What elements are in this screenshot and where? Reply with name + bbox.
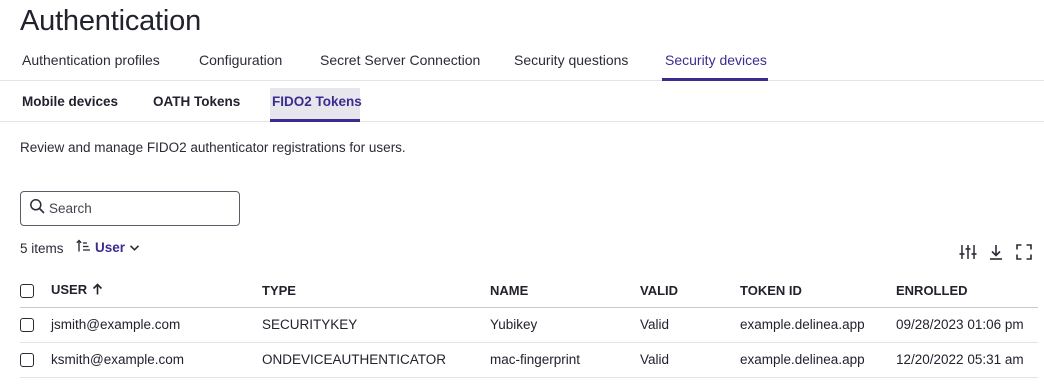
page-description: Review and manage FIDO2 authenticator re… bbox=[20, 140, 406, 155]
column-header-name[interactable]: NAME bbox=[490, 274, 640, 308]
tab-security-questions[interactable]: Security questions bbox=[514, 52, 628, 68]
cell-token-id: example.delinea.app bbox=[740, 342, 896, 378]
cell-enrolled: 12/20/2022 05:31 am bbox=[896, 342, 1038, 378]
active-subtab-indicator bbox=[270, 119, 360, 122]
select-all-checkbox[interactable] bbox=[20, 284, 34, 299]
cell-name: mac-fingerprint bbox=[490, 342, 640, 378]
table-row[interactable]: ksmith@example.com ONDEVICEAUTHENTICATOR… bbox=[20, 342, 1038, 378]
fullscreen-icon[interactable] bbox=[1015, 243, 1033, 261]
row-checkbox[interactable] bbox=[20, 353, 34, 368]
chevron-down-icon bbox=[129, 240, 144, 255]
tab-secret-server-connection[interactable]: Secret Server Connection bbox=[320, 52, 480, 68]
cell-token-id: example.delinea.app bbox=[740, 307, 896, 343]
cell-user: jsmith@example.com bbox=[51, 307, 262, 343]
fido2-tokens-table: USER TYPE NAME VALID TOKEN ID ENROLLED j… bbox=[20, 274, 1038, 378]
row-checkbox[interactable] bbox=[20, 318, 34, 333]
subtab-mobile-devices[interactable]: Mobile devices bbox=[22, 94, 118, 109]
download-icon[interactable] bbox=[987, 243, 1005, 261]
cell-valid: Valid bbox=[640, 342, 740, 378]
item-count: 5 items bbox=[20, 241, 64, 256]
page-title: Authentication bbox=[20, 5, 201, 37]
column-header-valid[interactable]: VALID bbox=[640, 274, 740, 308]
search-icon bbox=[29, 198, 49, 219]
column-header-token-id[interactable]: TOKEN ID bbox=[740, 274, 896, 308]
tab-configuration[interactable]: Configuration bbox=[199, 52, 282, 68]
column-header-type[interactable]: TYPE bbox=[262, 274, 490, 308]
table-row[interactable]: jsmith@example.com SECURITYKEY Yubikey V… bbox=[20, 307, 1038, 343]
filter-sliders-icon[interactable] bbox=[959, 243, 977, 261]
table-header-row: USER TYPE NAME VALID TOKEN ID ENROLLED bbox=[20, 274, 1038, 308]
cell-enrolled: 09/28/2023 01:06 pm bbox=[896, 307, 1038, 343]
primary-tabs: Authentication profiles Configuration Se… bbox=[0, 44, 1044, 81]
search-field[interactable] bbox=[20, 191, 240, 226]
tab-security-devices[interactable]: Security devices bbox=[665, 52, 767, 68]
sort-label: User bbox=[95, 240, 126, 255]
subtab-fido2-tokens[interactable]: FIDO2 Tokens bbox=[272, 94, 362, 109]
active-tab-indicator bbox=[662, 78, 768, 81]
sort-dropdown[interactable]: User bbox=[76, 239, 144, 256]
cell-type: ONDEVICEAUTHENTICATOR bbox=[262, 342, 490, 378]
cell-user: ksmith@example.com bbox=[51, 342, 262, 378]
column-header-enrolled[interactable]: ENROLLED bbox=[896, 274, 1038, 308]
subtab-oath-tokens[interactable]: OATH Tokens bbox=[153, 94, 240, 109]
sort-ascending-icon bbox=[76, 239, 95, 256]
arrow-up-icon bbox=[92, 283, 103, 298]
tab-authentication-profiles[interactable]: Authentication profiles bbox=[22, 52, 160, 68]
secondary-tabs: Mobile devices OATH Tokens FIDO2 Tokens bbox=[0, 84, 1044, 122]
cell-valid: Valid bbox=[640, 307, 740, 343]
cell-type: SECURITYKEY bbox=[262, 307, 490, 343]
cell-name: Yubikey bbox=[490, 307, 640, 343]
search-input[interactable] bbox=[49, 201, 229, 216]
column-header-user[interactable]: USER bbox=[51, 274, 262, 308]
